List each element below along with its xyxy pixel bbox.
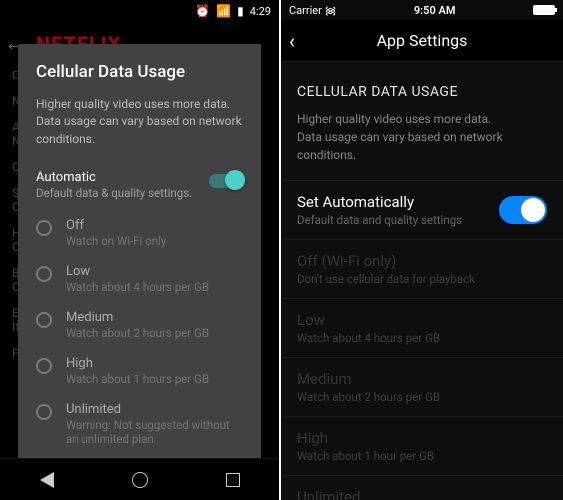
section-title: CELLULAR DATA USAGE [281, 62, 563, 110]
battery-icon [533, 5, 555, 15]
dialog-title: Cellular Data Usage [36, 62, 243, 82]
radio-icon [36, 358, 52, 374]
back-nav-icon[interactable] [37, 470, 57, 490]
wifi-icon: ᯼ [325, 4, 337, 17]
ios-status-bar: Carrier ᯼ 9:50 AM [281, 0, 563, 20]
unlimited-option[interactable]: Unlimited Warning: Not suggested without… [36, 394, 243, 454]
set-automatically-row[interactable]: Set Automatically Default data and quali… [281, 180, 563, 239]
automatic-option[interactable]: Automatic Default data & quality setting… [36, 162, 243, 210]
low-option[interactable]: Low Watch about 4 hours per GB [36, 256, 243, 302]
radio-icon [36, 266, 52, 282]
home-nav-icon[interactable] [130, 470, 150, 490]
section-subtitle: Higher quality video uses more data. Dat… [281, 110, 563, 180]
medium-option[interactable]: Medium Watch about 2 hours per GB [36, 302, 243, 348]
ios-device: Carrier ᯼ 9:50 AM ‹ App Settings CELLULA… [281, 0, 563, 500]
ios-header: ‹ App Settings [281, 20, 563, 62]
off-option[interactable]: Off Watch on Wi-Fi only [36, 210, 243, 256]
automatic-toggle[interactable] [209, 174, 243, 188]
cellular-data-dialog: Cellular Data Usage Higher quality video… [18, 44, 261, 500]
auto-desc: Default data & quality settings. [36, 186, 195, 200]
dialog-subtitle: Higher quality video uses more data. Dat… [36, 96, 243, 148]
auto-title: Automatic [36, 170, 195, 185]
alarm-icon: ⏰ [195, 4, 210, 18]
android-device: ⏰ 📶 ▮ 4:29 ← NETFLIX CNAN QSC HCBC EIf P… [0, 0, 279, 500]
carrier-label: Carrier ᯼ [289, 3, 336, 18]
battery-icon: ▮ [237, 4, 244, 18]
android-status-bar: ⏰ 📶 ▮ 4:29 [0, 0, 279, 22]
back-icon[interactable]: ‹ [289, 29, 295, 53]
radio-icon [36, 220, 52, 236]
high-row[interactable]: High Watch about 1 hour per GB [281, 416, 563, 475]
radio-icon [36, 404, 52, 420]
low-row[interactable]: Low Watch about 4 hours per GB [281, 298, 563, 357]
high-option[interactable]: High Watch about 1 hours per GB [36, 348, 243, 394]
radio-icon [36, 312, 52, 328]
header-title: App Settings [377, 31, 468, 50]
recents-nav-icon[interactable] [223, 470, 243, 490]
ios-body: CELLULAR DATA USAGE Higher quality video… [281, 62, 563, 500]
signal-icon: 📶 [216, 4, 231, 18]
android-nav-bar [0, 458, 279, 500]
automatic-toggle[interactable] [499, 196, 547, 224]
status-time: 4:29 [250, 5, 271, 18]
off-row[interactable]: Off (Wi-Fi only) Don't use cellular data… [281, 239, 563, 298]
unlimited-row[interactable]: Unlimited Warning: Not suggested without… [281, 475, 563, 500]
status-time: 9:50 AM [414, 4, 456, 17]
medium-row[interactable]: Medium Watch about 2 hours per GB [281, 357, 563, 416]
